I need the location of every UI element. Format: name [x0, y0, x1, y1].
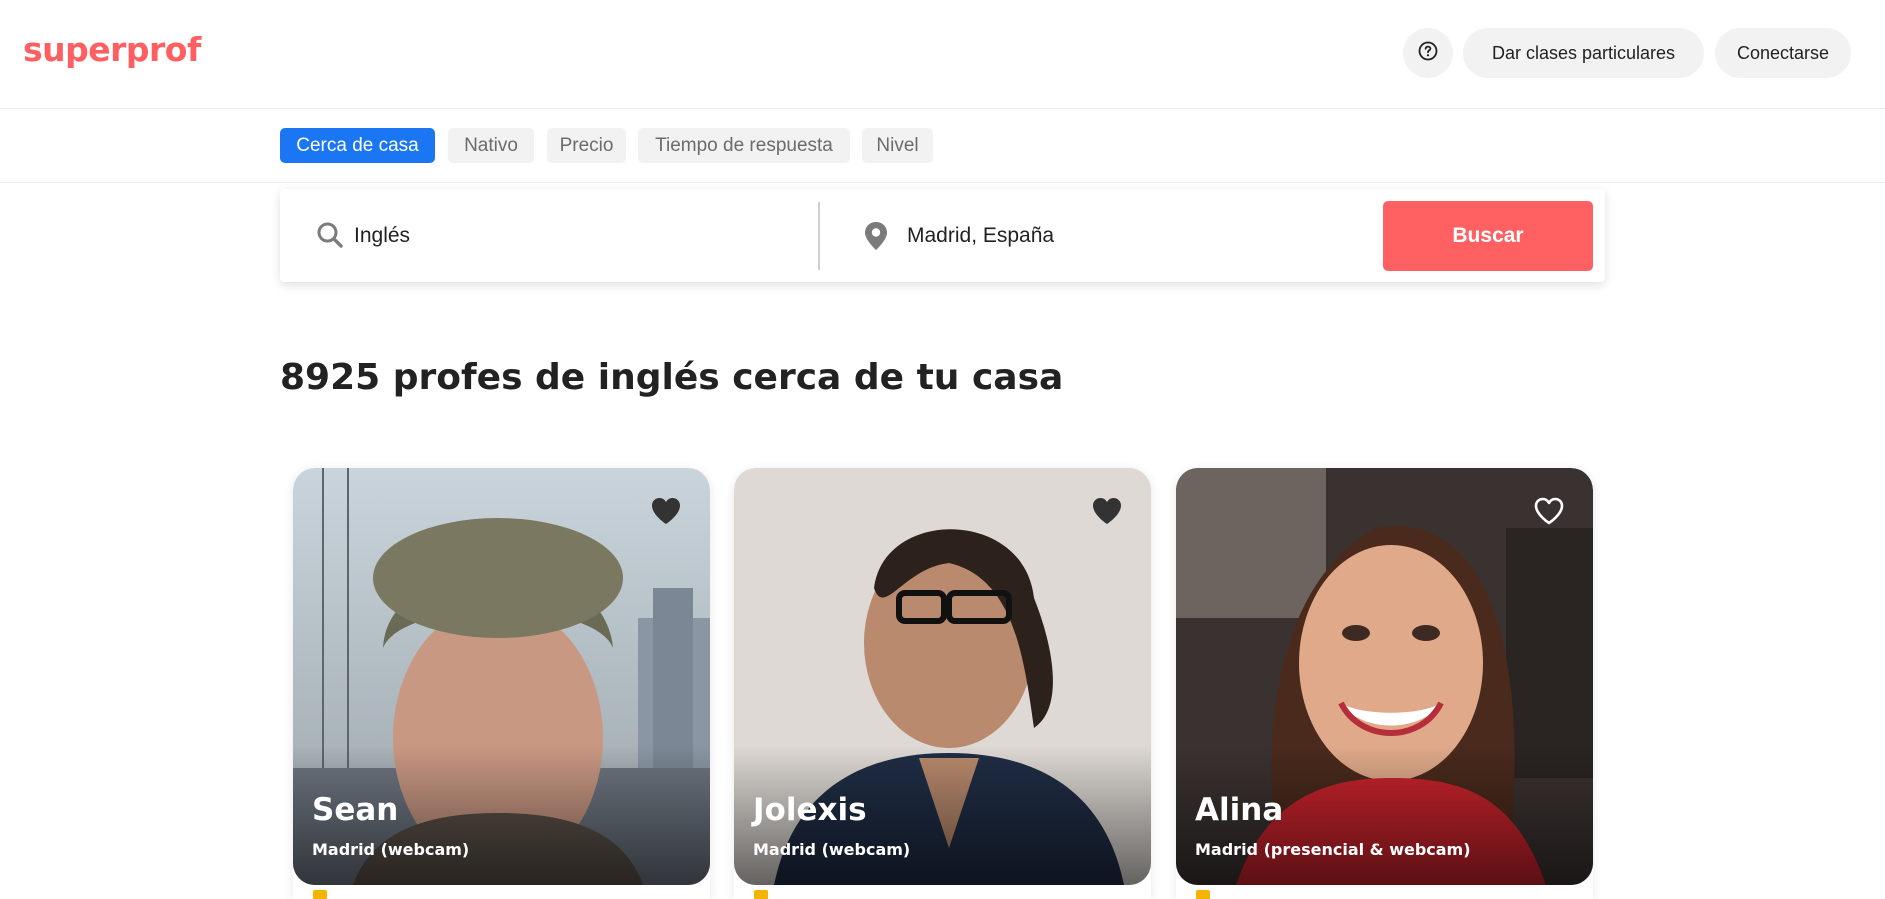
- search-divider: [818, 202, 820, 270]
- filter-chip-level[interactable]: Nivel: [862, 128, 933, 163]
- filter-chip-price[interactable]: Precio: [547, 128, 626, 163]
- help-button[interactable]: [1403, 28, 1453, 78]
- location-input[interactable]: [907, 215, 1387, 257]
- tutor-photo: Jolexis Madrid (webcam): [734, 468, 1151, 885]
- tutor-photo: Sean Madrid (webcam): [293, 468, 710, 885]
- tutor-card[interactable]: Sean Madrid (webcam): [293, 468, 710, 899]
- star-icon: [1196, 890, 1210, 899]
- heart-outline-icon[interactable]: [1533, 496, 1565, 526]
- tutor-location: Madrid (webcam): [312, 840, 470, 859]
- search-box: Buscar: [280, 189, 1605, 282]
- search-button[interactable]: Buscar: [1383, 201, 1593, 271]
- filters-bar: Cerca de casa Nativo Precio Tiempo de re…: [0, 110, 1885, 183]
- filter-chip-response-time[interactable]: Tiempo de respuesta: [638, 128, 850, 163]
- map-pin-icon: [863, 221, 889, 256]
- subject-field: [280, 189, 818, 282]
- tutor-location: Madrid (webcam): [753, 840, 911, 859]
- tutor-photo: Alina Madrid (presencial & webcam): [1176, 468, 1593, 885]
- star-icon: [754, 890, 768, 899]
- tutor-name: Sean: [312, 792, 399, 828]
- question-circle-icon: [1418, 41, 1438, 66]
- tutor-card[interactable]: Alina Madrid (presencial & webcam): [1176, 468, 1593, 899]
- heart-filled-icon[interactable]: [650, 496, 682, 526]
- tutor-name: Alina: [1195, 792, 1284, 828]
- top-header: superprof Dar clases particulares Conect…: [0, 0, 1885, 109]
- tutor-name: Jolexis: [753, 792, 867, 828]
- superprof-logo[interactable]: superprof: [23, 30, 201, 69]
- heart-filled-icon[interactable]: [1091, 496, 1123, 526]
- tutor-card[interactable]: Jolexis Madrid (webcam): [734, 468, 1151, 899]
- filter-chip-native[interactable]: Nativo: [448, 128, 534, 163]
- search-icon: [316, 221, 344, 254]
- tutor-location: Madrid (presencial & webcam): [1195, 840, 1471, 859]
- results-title: 8925 profes de inglés cerca de tu casa: [280, 357, 1064, 398]
- filter-chip-near-home[interactable]: Cerca de casa: [280, 128, 435, 163]
- login-button[interactable]: Conectarse: [1715, 28, 1851, 78]
- star-icon: [313, 890, 327, 899]
- subject-input[interactable]: [354, 215, 794, 257]
- teach-classes-button[interactable]: Dar clases particulares: [1463, 28, 1704, 78]
